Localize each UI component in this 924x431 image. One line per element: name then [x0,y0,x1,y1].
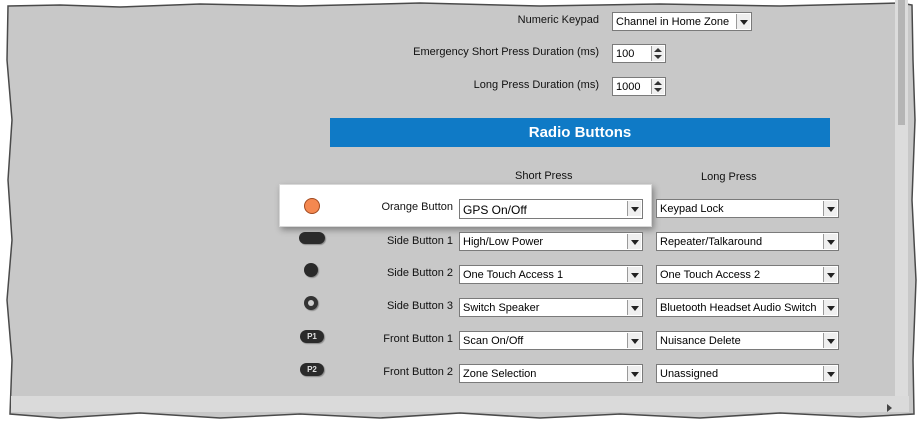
button-label-side-2: Side Button 2 [386,267,453,279]
chevron-down-icon[interactable] [823,234,837,249]
side-button-1-long-press-select[interactable]: Repeater/Talkaround [656,232,839,251]
chevron-down-icon[interactable] [823,267,837,282]
chevron-down-icon[interactable] [627,201,641,216]
orange-button-short-press-select[interactable]: GPS On/Off [459,199,643,219]
scroll-right-arrow-icon[interactable] [887,404,892,412]
side-button-3-long-press-select[interactable]: Bluetooth Headset Audio Switch [656,298,839,317]
chevron-down-icon[interactable] [823,201,837,216]
side-pill-icon [299,232,325,244]
front-button-1-short-press-select[interactable]: Scan On/Off [459,331,643,350]
emergency-short-press-spinner[interactable]: 100 [612,44,666,63]
long-press-duration-spinner[interactable]: 1000 [612,77,666,96]
chevron-down-icon[interactable] [823,366,837,381]
side-button-3-short-press-select[interactable]: Switch Speaker [459,298,643,317]
chevron-down-icon[interactable] [736,14,750,29]
chevron-down-icon[interactable] [627,333,641,348]
button-label-front-2: Front Button 2 [383,366,453,378]
vertical-scroll-thumb[interactable] [898,0,905,125]
button-label-orange: Orange Button [381,201,453,213]
long-press-column-header: Long Press [701,171,757,183]
front-button-2-long-press-select[interactable]: Unassigned [656,364,839,383]
button-label-side-3: Side Button 3 [386,300,453,312]
spinner-arrows-icon[interactable] [651,79,664,94]
front-button-2-short-press-select[interactable]: Zone Selection [459,364,643,383]
chevron-down-icon[interactable] [823,300,837,315]
orange-button-long-press-select[interactable]: Keypad Lock [656,199,839,218]
side-button-1-short-press-select[interactable]: High/Low Power [459,232,643,251]
side-button-2-short-press-select[interactable]: One Touch Access 1 [459,265,643,284]
side-button-2-long-press-select[interactable]: One Touch Access 2 [656,265,839,284]
button-label-side-1: Side Button 1 [386,235,453,247]
spinner-arrows-icon[interactable] [651,46,664,61]
numeric-keypad-select[interactable]: Channel in Home Zone [612,12,752,31]
chevron-down-icon[interactable] [627,300,641,315]
short-press-column-header: Short Press [515,170,573,182]
side-dot-icon [304,263,318,277]
orange-dot-icon [304,198,320,214]
emergency-short-press-label: Emergency Short Press Duration (ms) [413,46,599,58]
horizontal-scrollbar[interactable] [11,396,909,412]
front-button-1-long-press-select[interactable]: Nuisance Delete [656,331,839,350]
button-label-front-1: Front Button 1 [383,333,453,345]
p2-icon: P2 [300,363,324,376]
chevron-down-icon[interactable] [823,333,837,348]
long-press-duration-label: Long Press Duration (ms) [473,79,599,91]
chevron-down-icon[interactable] [627,234,641,249]
side-ring-icon [304,296,318,310]
settings-panel: Numeric Keypad Channel in Home Zone Emer… [11,0,909,412]
numeric-keypad-label: Numeric Keypad [517,14,599,26]
chevron-down-icon[interactable] [627,366,641,381]
radio-buttons-header: Radio Buttons [330,118,830,147]
chevron-down-icon[interactable] [627,267,641,282]
p1-icon: P1 [300,330,324,343]
